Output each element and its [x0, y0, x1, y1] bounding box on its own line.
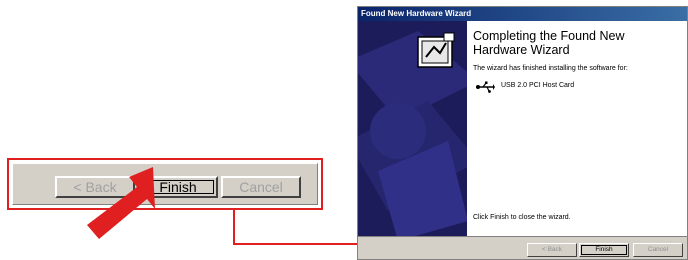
wizard-title-bar: Found New Hardware Wizard — [358, 7, 687, 21]
wizard-side-panel — [358, 21, 467, 236]
wizard-heading-line1: Completing the Found New — [473, 29, 625, 43]
hardware-install-icon — [417, 32, 455, 68]
red-pointer-arrow-icon — [87, 167, 155, 239]
wizard-heading: Completing the Found New Hardware Wizard — [473, 29, 673, 57]
wizard-button-bar: < Back Finish Cancel — [358, 236, 687, 259]
usb-icon — [476, 81, 495, 93]
wizard-content: Completing the Found New Hardware Wizard… — [467, 21, 687, 236]
zoomed-cancel-button[interactable]: Cancel — [221, 176, 301, 198]
wizard-window: Found New Hardware Wizard Completing the… — [357, 6, 688, 260]
device-name: USB 2.0 PCI Host Card — [501, 82, 575, 89]
wizard-cancel-button[interactable]: Cancel — [633, 243, 683, 257]
wizard-heading-line2: Hardware Wizard — [473, 43, 570, 57]
close-hint-text: Click Finish to close the wizard. — [473, 214, 571, 221]
wizard-finish-button[interactable]: Finish — [579, 243, 629, 257]
wizard-description: The wizard has finished installing the s… — [473, 65, 628, 72]
wizard-back-button[interactable]: < Back — [527, 243, 577, 257]
